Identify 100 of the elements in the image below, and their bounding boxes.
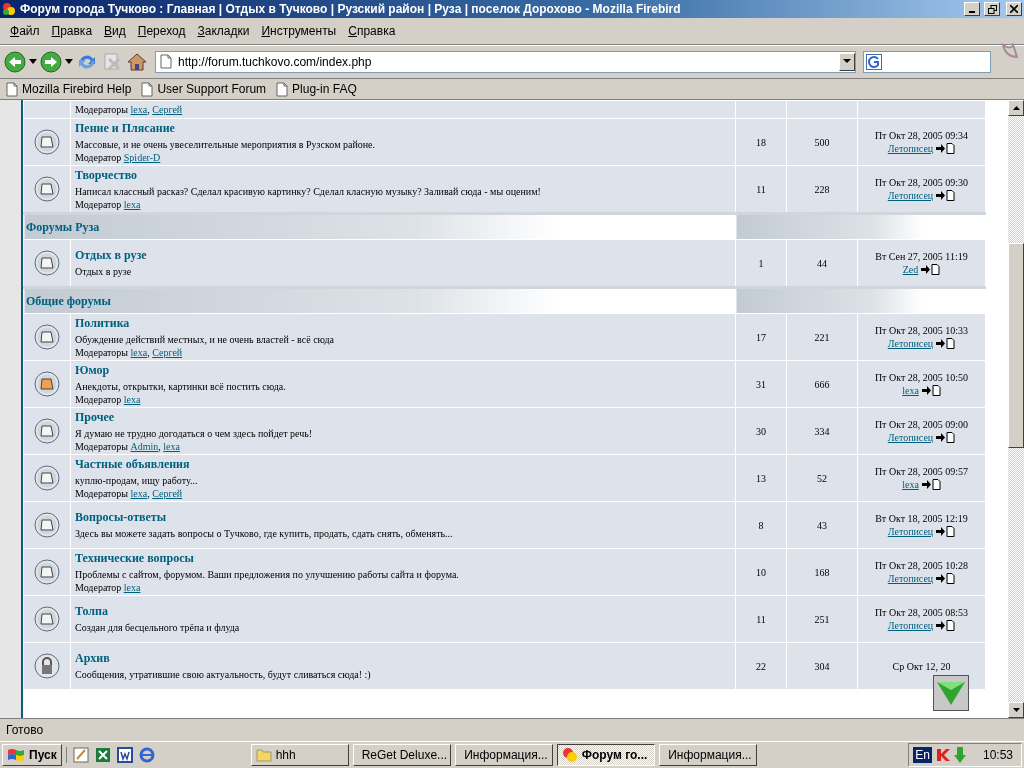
language-indicator[interactable]: En xyxy=(913,747,932,763)
arrow-page-icon[interactable] xyxy=(936,620,956,631)
moderator-link[interactable]: lexa xyxy=(163,440,180,452)
last-post-date: Пт Окт 28, 2005 08:53 xyxy=(874,607,969,618)
author-link[interactable]: Летописец xyxy=(887,572,934,585)
minimize-button[interactable] xyxy=(964,2,980,16)
forum-description: Массовые, и не очень увеселительные мероприятия в Рузском районе. xyxy=(75,137,377,151)
arrow-page-icon[interactable] xyxy=(921,385,941,396)
taskbar-button[interactable]: Информация... xyxy=(658,744,757,766)
topics-count: 30 xyxy=(756,425,766,437)
taskbar-button[interactable]: hhh xyxy=(250,744,349,766)
moderator-link[interactable]: Сергей xyxy=(152,103,183,115)
taskbar-button[interactable]: ReGet Deluxe... xyxy=(352,744,451,766)
back-icon[interactable] xyxy=(4,50,26,73)
author-link[interactable]: Летописец xyxy=(887,189,934,202)
notepad-icon[interactable] xyxy=(72,747,89,763)
forum-title-link[interactable]: Частные объявления xyxy=(75,456,731,472)
caret-icon[interactable] xyxy=(65,58,73,65)
scroll-down-button[interactable] xyxy=(1008,702,1024,718)
menu-item[interactable]: Закладки xyxy=(191,22,256,40)
folder-icon xyxy=(34,606,60,632)
moderator-link[interactable]: lexa xyxy=(123,581,141,593)
forum-description: Здесь вы можете задать вопросы о Тучково, где купить, продать, сдать снять, обменять... xyxy=(75,527,454,540)
category-title[interactable]: Форумы Руза xyxy=(24,219,100,234)
forum-title-link[interactable]: Прочее xyxy=(75,409,731,425)
topics-count: 8 xyxy=(758,519,764,531)
moderator-link[interactable]: Сергей xyxy=(152,346,183,358)
stop-icon xyxy=(101,50,123,73)
taskbar-button[interactable]: Информация... xyxy=(454,744,553,766)
category-title[interactable]: Общие форумы xyxy=(24,293,111,308)
menu-item[interactable]: Файл xyxy=(4,22,46,40)
moderator-link[interactable]: Spider-D xyxy=(123,151,161,163)
forum-title-link[interactable]: Архив xyxy=(75,651,731,666)
scroll-up-button[interactable] xyxy=(1008,100,1024,116)
author-link[interactable]: Летописец xyxy=(887,525,934,538)
arrow-page-icon[interactable] xyxy=(921,264,941,275)
arrow-page-icon[interactable] xyxy=(936,573,956,584)
last-post-date: Вт Окт 18, 2005 12:19 xyxy=(875,513,968,524)
down-arrow-icon xyxy=(1012,708,1020,712)
restore-button[interactable] xyxy=(984,2,1000,16)
author-link[interactable]: Zed xyxy=(902,263,919,276)
drop-target-icon[interactable] xyxy=(933,675,969,711)
arrow-page-icon[interactable] xyxy=(936,338,956,349)
topics-count: 11 xyxy=(756,183,766,195)
bookmark-link[interactable]: User Support Forum xyxy=(141,81,271,97)
menu-item[interactable]: Вид xyxy=(98,22,132,40)
forum-title-link[interactable]: Пение и Плясание xyxy=(75,120,731,136)
spreadsheet-icon[interactable] xyxy=(94,747,111,763)
document-icon[interactable] xyxy=(116,747,133,763)
dropdown-button[interactable] xyxy=(839,52,855,71)
forward-icon[interactable] xyxy=(40,50,62,73)
moderator-link[interactable]: lexa xyxy=(123,198,141,210)
taskbar-button[interactable]: Форум го... xyxy=(556,744,655,766)
posts-count: 666 xyxy=(814,378,830,390)
author-link[interactable]: Летописец xyxy=(887,337,934,350)
forum-title-link[interactable]: Толпа xyxy=(75,604,731,619)
menu-item[interactable]: Переход xyxy=(131,22,192,40)
antivirus-icon[interactable] xyxy=(934,747,951,763)
moderator-link[interactable]: Сергей xyxy=(152,487,183,499)
author-link[interactable]: Летописец xyxy=(887,431,934,444)
forum-title-link[interactable]: Политика xyxy=(75,315,731,331)
forum-title-link[interactable]: Творчество xyxy=(75,167,731,183)
author-link[interactable]: lexa xyxy=(902,384,919,397)
folder-icon xyxy=(34,176,60,202)
new-posts-icon xyxy=(34,371,60,397)
forum-title-link[interactable]: Отдых в рузе xyxy=(75,248,731,263)
menu-item[interactable]: Инструменты xyxy=(255,22,343,40)
folder-icon xyxy=(34,465,60,491)
forum-title-link[interactable]: Юмор xyxy=(75,362,731,378)
bookmark-link[interactable]: Mozilla Firebird Help xyxy=(6,81,136,97)
forum-title-link[interactable]: Технические вопросы xyxy=(75,550,731,566)
arrow-page-icon[interactable] xyxy=(936,432,956,443)
arrow-page-icon[interactable] xyxy=(921,479,941,490)
close-button[interactable] xyxy=(1006,2,1022,16)
forum-description: Создан для бесцельного трёпа и флуда xyxy=(75,621,241,634)
posts-count: 52 xyxy=(817,472,827,484)
app-icon xyxy=(2,2,16,16)
search-field[interactable] xyxy=(863,50,991,73)
arrow-page-icon[interactable] xyxy=(936,190,956,201)
arrow-page-icon[interactable] xyxy=(936,143,956,154)
forum-title-link[interactable]: Вопросы-ответы xyxy=(75,510,731,525)
moderators-line: Модератор Spider-D xyxy=(75,150,162,164)
author-link[interactable]: lexa xyxy=(902,478,919,491)
address-field[interactable]: http://forum.tuchkovo.com/index.php xyxy=(155,50,856,73)
start-button[interactable]: Пуск xyxy=(2,744,62,766)
forum-description: Проблемы с сайтом, форумом. Ваши предложения по улучшению работы сайта и форума. xyxy=(75,567,460,581)
folder-icon xyxy=(34,129,60,155)
caret-icon[interactable] xyxy=(29,58,37,65)
posts-count: 500 xyxy=(814,136,830,148)
scrollbar[interactable] xyxy=(1008,100,1024,718)
up-arrow-icon xyxy=(1012,106,1020,110)
browser-icon[interactable] xyxy=(138,747,155,763)
moderator-link[interactable]: lexa xyxy=(123,393,141,405)
bookmark-link[interactable]: Plug-in FAQ xyxy=(276,81,361,97)
menu-item[interactable]: Правка xyxy=(45,22,99,40)
menu-item[interactable]: Справка xyxy=(342,22,402,40)
author-link[interactable]: Летописец xyxy=(887,619,934,632)
url-text: http://forum.tuchkovo.com/index.php xyxy=(178,54,373,69)
arrow-page-icon[interactable] xyxy=(936,526,956,537)
author-link[interactable]: Летописец xyxy=(887,142,934,155)
